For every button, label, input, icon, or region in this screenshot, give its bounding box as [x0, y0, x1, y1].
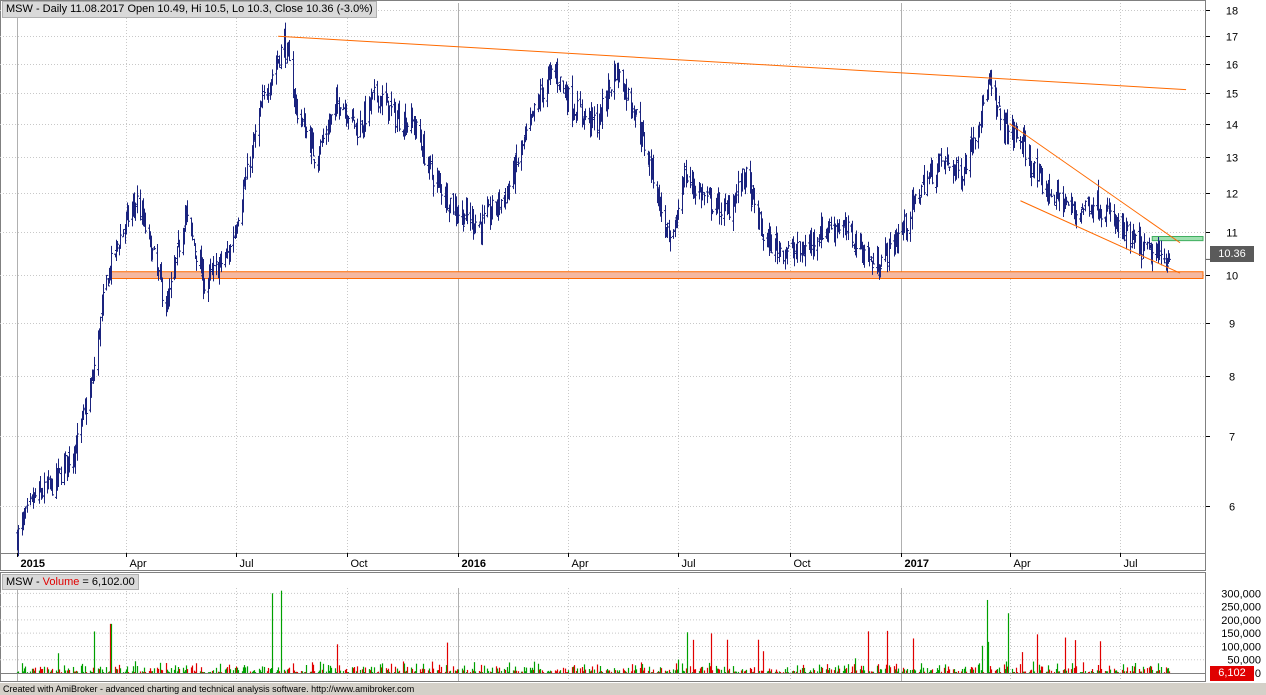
time-axis-label: Apr: [1014, 558, 1031, 570]
time-axis-label: Jul: [682, 558, 696, 570]
time-axis-label: Apr: [572, 558, 589, 570]
price-pane: 6 7 8 9 10 11 12 13 14 15 16 17 18 2015 Apr Jul Oct 2016 A…: [0, 0, 1266, 683]
price-axis-tick-label: 12: [1226, 189, 1238, 201]
volume-axis-zero-label: 0: [1255, 668, 1261, 680]
price-axis-tick-label: 13: [1226, 153, 1238, 165]
price-chart-title: MSW - Daily 11.08.2017 Open 10.49, Hi 10…: [2, 1, 377, 18]
volume-axis-tick-label: 100,000: [1221, 641, 1261, 653]
price-axis-tick-label: 10: [1226, 271, 1238, 283]
price-axis-tick-label: 6: [1229, 502, 1235, 514]
time-axis-label: 2016: [462, 558, 486, 570]
price-axis-tick-label: 16: [1226, 60, 1238, 72]
last-price-badge: 10.36: [1210, 246, 1254, 262]
volume-title-prefix: MSW -: [6, 576, 43, 588]
time-axis-label: Jul: [1124, 558, 1138, 570]
price-axis-tick-label: 11: [1226, 228, 1237, 240]
volume-axis-tick-label: 200,000: [1221, 615, 1261, 627]
volume-title-label: Volume: [42, 576, 80, 588]
time-axis-label: 2017: [905, 558, 929, 570]
volume-chart-title: MSW - Volume = 6,102.00: [2, 574, 139, 590]
volume-axis-tick-label: 50,000: [1227, 655, 1261, 667]
time-axis-label: 2015: [21, 558, 45, 570]
amibroker-chart-window: 6 7 8 9 10 11 12 13 14 15 16 17 18 2015 Apr Jul Oct 2016 A…: [0, 0, 1266, 695]
price-axis-tick-label: 9: [1229, 319, 1235, 331]
volume-axis-tick-label: 300,000: [1221, 588, 1261, 600]
price-axis-tick-label: 8: [1229, 372, 1235, 384]
price-axis-tick-label: 15: [1226, 89, 1238, 101]
volume-axis-tick-label: 150,000: [1221, 628, 1261, 640]
resistance-zone: [1151, 235, 1204, 242]
chart-background: [0, 0, 1266, 683]
price-axis-tick-label: 18: [1226, 6, 1238, 18]
chart-canvas: 6 7 8 9 10 11 12 13 14 15 16 17 18 2015 Apr Jul Oct 2016 A…: [0, 0, 1266, 683]
volume-title-value: = 6,102.00: [79, 576, 135, 588]
time-axis-label: Oct: [351, 558, 368, 570]
price-axis-tick-label: 14: [1226, 120, 1238, 132]
last-volume-badge: 6,102: [1210, 666, 1254, 681]
support-zone: [110, 271, 1204, 279]
footer-credit: Created with AmiBroker - advanced charti…: [0, 683, 1266, 695]
time-axis-label: Jul: [240, 558, 254, 570]
price-axis-tick-label: 17: [1226, 32, 1238, 44]
price-axis-tick-label: 7: [1229, 432, 1235, 444]
time-axis-label: Oct: [794, 558, 811, 570]
volume-axis-tick-label: 250,000: [1221, 602, 1261, 614]
time-axis-label: Apr: [130, 558, 147, 570]
